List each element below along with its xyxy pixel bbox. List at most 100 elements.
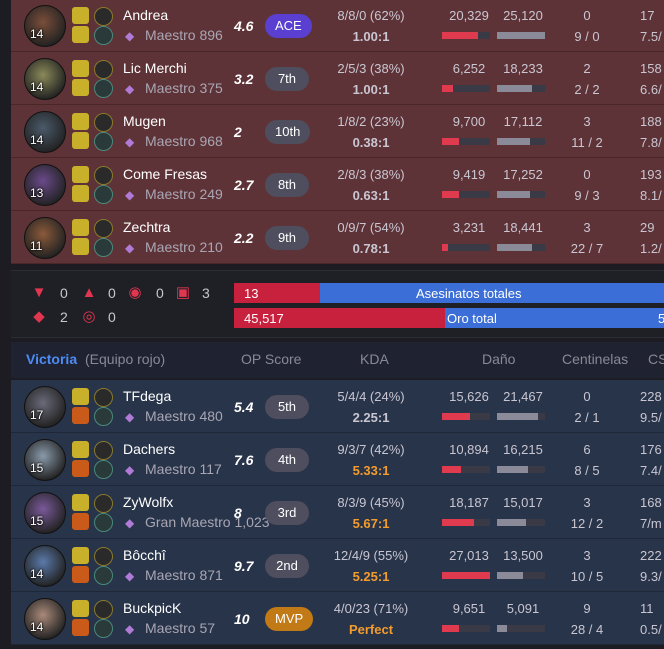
summoner-name[interactable]: Lic Merchi [123,60,187,76]
summoner-name[interactable]: Dachers [123,441,175,457]
damage-header[interactable]: Daño [482,351,515,367]
tower-count: 3 [202,285,210,301]
control-wards: 0 [583,167,591,182]
damage-taken-bar-fill [497,85,532,92]
cs-total: 158 [640,61,662,76]
summoner-spell-icon[interactable] [72,547,89,564]
summoner-name[interactable]: Mugen [123,113,166,129]
secondary-rune-icon[interactable] [94,619,113,638]
summoner-name[interactable]: Bôcchî [123,547,166,563]
control-wards: 0 [583,389,591,404]
summoner-spell-icon[interactable] [72,185,89,202]
secondary-rune-icon[interactable] [94,238,113,257]
player-row[interactable]: 14 Lic Merchi ◆ Maestro 375 3.2 7th 2/5/3 (38%… [11,52,664,105]
keystone-rune-icon[interactable] [94,600,113,619]
summoner-spell-icon[interactable] [72,388,89,405]
control-wards: 9 [583,601,591,616]
player-row[interactable]: 11 Zechtra ◆ Maestro 210 2.2 9th 0/9/7 (54%) 0.… [11,211,664,264]
summoner-spell-icon[interactable] [72,494,89,511]
total-kills-label: Asesinatos totales [416,286,522,301]
control-wards: 3 [583,114,591,129]
secondary-rune-icon[interactable] [94,460,113,479]
summoner-spell-icon[interactable] [72,79,89,96]
player-row[interactable]: 13 Come Fresas ◆ Maestro 249 2.7 8th 2/8/3 (38… [11,158,664,211]
kda-ratio: 5.67:1 [352,516,390,531]
wards-header[interactable]: Centinelas [562,351,628,367]
rank-icon: ◆ [125,29,135,43]
rank-text: Gran Maestro 1,023 [145,514,270,530]
player-row[interactable]: 17 TFdega ◆ Maestro 480 5.4 5th 5/4/4 (24%) 2.2… [11,380,664,433]
inhibitor-objective-icon: ◆ [33,308,45,325]
placement-badge: MVP [265,607,314,631]
keystone-rune-icon[interactable] [94,441,113,460]
player-row[interactable]: 15 ZyWolfx ◆ Gran Maestro 1,023 8 3rd 8/3/9 (4… [11,486,664,539]
summoner-spell-icon[interactable] [72,219,89,236]
summoner-name[interactable]: ZyWolfx [123,494,173,510]
player-row[interactable]: 15 Dachers ◆ Maestro 117 7.6 4th 9/3/7 (42%) 5.… [11,433,664,486]
damage-taken: 21,467 [503,389,543,404]
damage-taken-bar [497,191,545,198]
secondary-rune-icon[interactable] [94,26,113,45]
summoner-spell-icon[interactable] [72,460,89,477]
cs-total: 228 [640,389,662,404]
kda-header[interactable]: KDA [360,351,389,367]
cs-total: 11 [640,601,654,616]
op-score-header[interactable]: OP Score [241,351,301,367]
keystone-rune-icon[interactable] [94,60,113,79]
damage-taken-bar-fill [497,519,526,526]
player-row[interactable]: 14 BuckpicK ◆ Maestro 57 10 MVP 4/0/23 (71%) Pe… [11,592,664,645]
damage-taken-bar-fill [497,244,532,251]
secondary-rune-icon[interactable] [94,79,113,98]
damage-dealt: 15,626 [449,389,489,404]
keystone-rune-icon[interactable] [94,7,113,26]
summoner-spell-icon[interactable] [72,166,89,183]
summoner-spell-icon[interactable] [72,60,89,77]
damage-taken: 17,252 [503,167,543,182]
damage-taken-bar [497,32,545,39]
player-row[interactable]: 14 Mugen ◆ Maestro 968 2 10th 1/8/2 (23%) 0.38:… [11,105,664,158]
kda-ratio: 5.25:1 [352,569,390,584]
summoner-name[interactable]: Come Fresas [123,166,207,182]
total-gold-red-value: 45,517 [244,311,284,326]
secondary-rune-icon[interactable] [94,513,113,532]
summoner-spell-icon[interactable] [72,600,89,617]
player-row[interactable]: 14 Andrea ◆ Maestro 896 4.6 ACE 8/8/0 (62%) 1.0… [11,0,664,52]
summoner-spell-icon[interactable] [72,7,89,24]
damage-taken-bar-fill [497,466,528,473]
summoner-spell-icon[interactable] [72,513,89,530]
summoner-spell-icon[interactable] [72,132,89,149]
rank-text: Maestro 57 [145,620,216,636]
summoner-spell-icon[interactable] [72,619,89,636]
control-wards: 2 [583,61,591,76]
keystone-rune-icon[interactable] [94,388,113,407]
secondary-rune-icon[interactable] [94,132,113,151]
summoner-name[interactable]: Andrea [123,7,168,23]
summoner-spell-icon[interactable] [72,441,89,458]
secondary-rune-icon[interactable] [94,185,113,204]
summoner-name[interactable]: BuckpicK [123,600,181,616]
kda-ratio: 2.25:1 [352,410,390,425]
summoner-spell-icon[interactable] [72,113,89,130]
cs-per-min: 7/m [640,516,662,531]
keystone-rune-icon[interactable] [94,113,113,132]
keystone-rune-icon[interactable] [94,547,113,566]
summoner-spell-icon[interactable] [72,407,89,424]
player-row[interactable]: 14 Bôcchî ◆ Maestro 871 9.7 2nd 12/4/9 (55%) 5.… [11,539,664,592]
rank-label: ◆ Maestro 871 [125,567,223,583]
secondary-rune-icon[interactable] [94,407,113,426]
keystone-rune-icon[interactable] [94,219,113,238]
summoner-name[interactable]: Zechtra [123,219,170,235]
summoner-spell-icon[interactable] [72,26,89,43]
summoner-name[interactable]: TFdega [123,388,171,404]
damage-taken: 16,215 [503,442,543,457]
secondary-rune-icon[interactable] [94,566,113,585]
cs-header[interactable]: CS [648,351,664,367]
summoner-spell-icon[interactable] [72,566,89,583]
cs-total: 17 [640,8,655,23]
wards-placed-killed: 8 / 5 [574,463,600,478]
damage-dealt-bar [442,625,490,632]
summoner-spell-icon[interactable] [72,238,89,255]
keystone-rune-icon[interactable] [94,494,113,513]
kda-stats: 8/3/9 (45%) [337,495,405,510]
keystone-rune-icon[interactable] [94,166,113,185]
